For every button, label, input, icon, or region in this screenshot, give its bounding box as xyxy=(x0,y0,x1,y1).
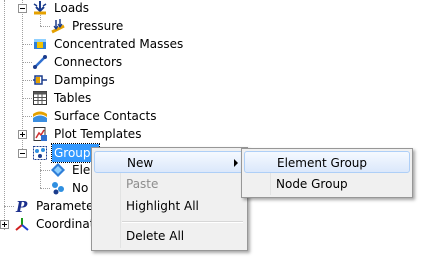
menu-item-paste[interactable]: Paste xyxy=(94,173,245,195)
menu-item-new[interactable]: New xyxy=(94,151,245,173)
menu-item-element-group-label: Element Group xyxy=(277,156,368,170)
svg-text:P: P xyxy=(15,198,28,214)
tree-item-loads[interactable]: Loads xyxy=(52,0,91,17)
menu-separator xyxy=(122,221,243,223)
pressure-icon xyxy=(50,18,66,34)
groups-icon xyxy=(32,145,48,161)
tree-guide-line xyxy=(22,80,32,81)
tree-guide-line xyxy=(22,44,32,45)
submenu-arrow-icon xyxy=(234,159,238,167)
menu-item-highlight-all-label: Highlight All xyxy=(126,199,199,213)
tree-item-surface-contacts[interactable]: Surface Contacts xyxy=(52,107,158,125)
tree-item-dampings[interactable]: Dampings xyxy=(52,71,117,89)
concentrated-masses-icon xyxy=(32,36,48,52)
connectors-icon xyxy=(32,54,48,70)
menu-item-element-group[interactable]: Element Group xyxy=(244,151,410,173)
tree-item-concentrated-masses[interactable]: Concentrated Masses xyxy=(52,35,185,53)
loads-collapse-toggle[interactable] xyxy=(18,4,27,13)
element-group-icon xyxy=(50,162,66,178)
tree-item-plot-templates[interactable]: Plot Templates xyxy=(52,125,143,143)
menu-item-node-group-label: Node Group xyxy=(276,177,348,191)
menu-item-node-group[interactable]: Node Group xyxy=(244,173,410,195)
context-menu: New Paste Highlight All Delete All xyxy=(91,147,248,251)
plot-templates-icon xyxy=(32,126,48,142)
tree-guide-line xyxy=(22,62,32,63)
parameters-icon: P xyxy=(14,198,30,216)
tree-item-node-groups[interactable]: No xyxy=(70,179,90,197)
dampings-icon xyxy=(32,72,48,88)
plot-templates-expand-toggle[interactable] xyxy=(18,130,27,139)
loads-icon xyxy=(32,0,48,16)
menu-item-delete-all[interactable]: Delete All xyxy=(94,225,245,247)
menu-item-highlight-all[interactable]: Highlight All xyxy=(94,195,245,217)
surface-contacts-icon xyxy=(32,108,48,124)
new-submenu: Element Group Node Group xyxy=(241,148,413,198)
tree-guide-line xyxy=(40,170,50,171)
node-group-icon xyxy=(50,180,66,196)
tree-guide-line xyxy=(22,116,32,117)
menu-item-paste-label: Paste xyxy=(126,177,159,191)
coordinates-icon xyxy=(14,216,30,232)
tree-guide-line xyxy=(4,206,14,207)
tree-guide-line xyxy=(40,162,41,188)
tree-guide-line xyxy=(40,188,50,189)
menu-item-delete-all-label: Delete All xyxy=(126,229,185,243)
tree-item-connectors[interactable]: Connectors xyxy=(52,53,124,71)
tree-guide-line xyxy=(22,98,32,99)
tree-guide-line xyxy=(4,0,5,230)
tree-guide-line xyxy=(40,26,50,27)
tree-item-tables[interactable]: Tables xyxy=(52,89,93,107)
groups-collapse-toggle[interactable] xyxy=(18,149,27,158)
menu-item-new-label: New xyxy=(127,156,154,170)
coordinates-expand-toggle[interactable] xyxy=(0,220,9,229)
tables-icon xyxy=(32,90,48,106)
tree-item-pressure[interactable]: Pressure xyxy=(70,17,125,35)
